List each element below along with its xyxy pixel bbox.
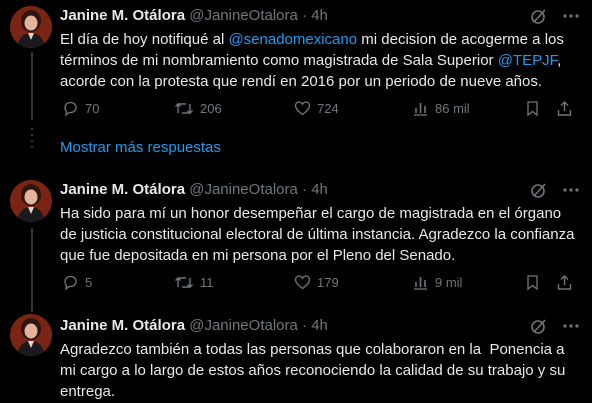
share-button[interactable] (556, 100, 573, 117)
tweet[interactable]: Janine M. Otálora @JanineOtalora · 4h Ha… (0, 175, 592, 305)
author-handle[interactable]: @JanineOtalora (189, 7, 298, 24)
tweet-header: Janine M. Otálora @JanineOtalora · 4h (60, 317, 328, 337)
share-icon (557, 101, 572, 116)
separator: · (302, 317, 308, 334)
tweet-actions: 5 11 179 9 mil (62, 274, 582, 294)
retweet-count: 206 (200, 101, 222, 116)
tweet-text: Agradezco también a todas las personas q… (60, 341, 570, 400)
views-icon (414, 277, 427, 290)
author-name[interactable]: Janine M. Otálora (60, 181, 185, 198)
tweet-time[interactable]: 4h (311, 7, 328, 24)
like-icon (294, 101, 311, 116)
reply-button[interactable]: 70 (62, 100, 99, 117)
bookmark-icon (527, 275, 538, 291)
more-icon[interactable] (562, 181, 580, 199)
like-count: 179 (317, 275, 339, 290)
like-button[interactable]: 179 (294, 274, 339, 291)
avatar[interactable] (10, 314, 52, 356)
separator: · (302, 7, 308, 24)
reply-count: 70 (85, 101, 100, 116)
avatar[interactable] (10, 6, 52, 48)
author-handle[interactable]: @JanineOtalora (189, 317, 298, 334)
tweet-time[interactable]: 4h (311, 317, 328, 334)
grok-icon[interactable] (530, 181, 548, 199)
like-count: 724 (317, 101, 339, 116)
grok-icon[interactable] (530, 7, 548, 25)
retweet-icon (175, 103, 193, 114)
author-handle[interactable]: @JanineOtalora (189, 181, 298, 198)
more-icon[interactable] (562, 7, 580, 25)
tweet-header: Janine M. Otálora @JanineOtalora · 4h (60, 181, 328, 201)
views-count: 86 mil (435, 101, 470, 116)
more-icon[interactable] (562, 317, 580, 335)
reply-icon (64, 275, 77, 291)
retweet-button[interactable]: 11 (174, 274, 214, 291)
tweet[interactable]: Janine M. Otálora @JanineOtalora · 4h El… (0, 0, 592, 130)
reply-icon (64, 101, 77, 117)
mention-link[interactable]: @senadomexicano (228, 31, 357, 48)
show-more-replies-link[interactable]: Mostrar más respuestas (60, 139, 221, 156)
tweet-time[interactable]: 4h (311, 181, 328, 198)
views-count: 9 mil (435, 275, 463, 290)
retweet-icon (175, 277, 193, 288)
avatar[interactable] (10, 180, 52, 222)
tweet-actions: 70 206 724 86 mil (62, 100, 582, 120)
like-icon (294, 275, 311, 290)
retweet-button[interactable]: 206 (174, 100, 222, 117)
bookmark-icon (527, 101, 538, 117)
views-button[interactable]: 86 mil (412, 100, 470, 117)
tweet-header: Janine M. Otálora @JanineOtalora · 4h (60, 7, 328, 27)
retweet-count: 11 (200, 275, 214, 290)
views-icon (414, 103, 427, 116)
share-icon (557, 275, 572, 290)
separator: · (302, 181, 308, 198)
tweet-text: El día de hoy notifiqué al @senadomexica… (60, 31, 569, 90)
bookmark-button[interactable] (524, 100, 541, 117)
like-button[interactable]: 724 (294, 100, 339, 117)
grok-icon[interactable] (530, 317, 548, 335)
author-name[interactable]: Janine M. Otálora (60, 317, 185, 334)
author-name[interactable]: Janine M. Otálora (60, 7, 185, 24)
tweet[interactable]: Janine M. Otálora @JanineOtalora · 4h Ag… (0, 312, 592, 403)
reply-count: 5 (85, 275, 93, 290)
views-button[interactable]: 9 mil (412, 274, 462, 291)
reply-button[interactable]: 5 (62, 274, 92, 291)
mention-link[interactable]: @TEPJF (498, 52, 557, 69)
bookmark-button[interactable] (524, 274, 541, 291)
thread-dots (31, 128, 33, 152)
share-button[interactable] (556, 274, 573, 291)
tweet-text: Ha sido para mí un honor desempeñar el c… (60, 205, 579, 264)
